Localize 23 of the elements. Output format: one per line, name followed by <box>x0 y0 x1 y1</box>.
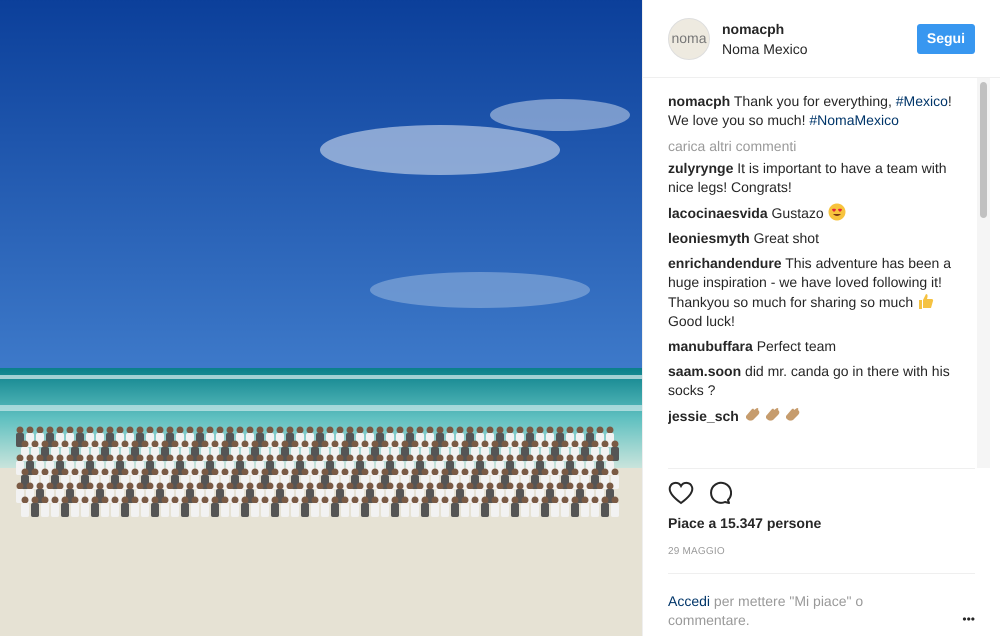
comment-text: enrichandendure This adventure has been a huge inspiration - we have loved following it! Thankyou so much for sharing so much Good luck! <box>668 254 952 331</box>
scrollbar-thumb[interactable] <box>980 82 987 218</box>
location[interactable]: Noma Mexico <box>722 38 917 58</box>
comment-text: leoniesmyth Great shot <box>668 229 820 248</box>
login-prompt-text: Accedi per mettere "Mi piace" o commentare. <box>668 592 864 630</box>
comment-text: lacocinaesvida Gustazo <box>668 203 965 223</box>
login-link[interactable]: Accedi <box>668 593 710 609</box>
thumbs-up-emoji-icon <box>917 292 936 310</box>
hashtag-link[interactable]: #Mexico <box>896 93 948 109</box>
heart-eyes-emoji-icon <box>828 203 846 221</box>
avatar[interactable]: noma <box>668 18 710 60</box>
heart-icon[interactable] <box>668 481 694 505</box>
comment-text: manubuffara Perfect team <box>668 337 838 356</box>
post-date: 29 MAGGIO <box>668 545 726 559</box>
hashtag-link[interactable]: #NomaMexico <box>809 112 899 128</box>
comment-text: jessie_sch <box>668 406 965 426</box>
comment-text: zulyrynge It is important to have a team with nice legs! Congrats! <box>668 159 948 197</box>
likes-count[interactable]: Piace a 15.347 persone <box>668 513 975 534</box>
caption-text: nomacph Thank you for everything, #Mexico! We love you so much! #NomaMexico <box>668 92 953 130</box>
username[interactable]: nomacph <box>722 18 917 38</box>
speech-bubble-icon[interactable] <box>708 481 732 505</box>
more-options-button[interactable]: ••• <box>962 610 975 628</box>
comment-text: saam.soon did mr. canda go in there with his socks ? <box>668 362 951 400</box>
